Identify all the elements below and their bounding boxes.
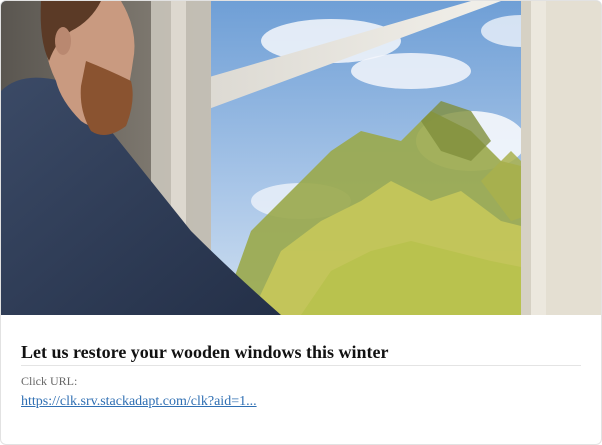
click-url-label: Click URL: — [21, 374, 78, 388]
click-url-link[interactable]: https://clk.srv.stackadapt.com/clk?aid=1… — [21, 394, 257, 410]
ad-image[interactable] — [1, 1, 601, 315]
window-scene-illustration — [1, 1, 601, 315]
ad-card: Let us restore your wooden windows this … — [0, 0, 602, 445]
ad-title[interactable]: Let us restore your wooden windows this … — [21, 315, 581, 366]
ad-content: Let us restore your wooden windows this … — [21, 315, 581, 410]
